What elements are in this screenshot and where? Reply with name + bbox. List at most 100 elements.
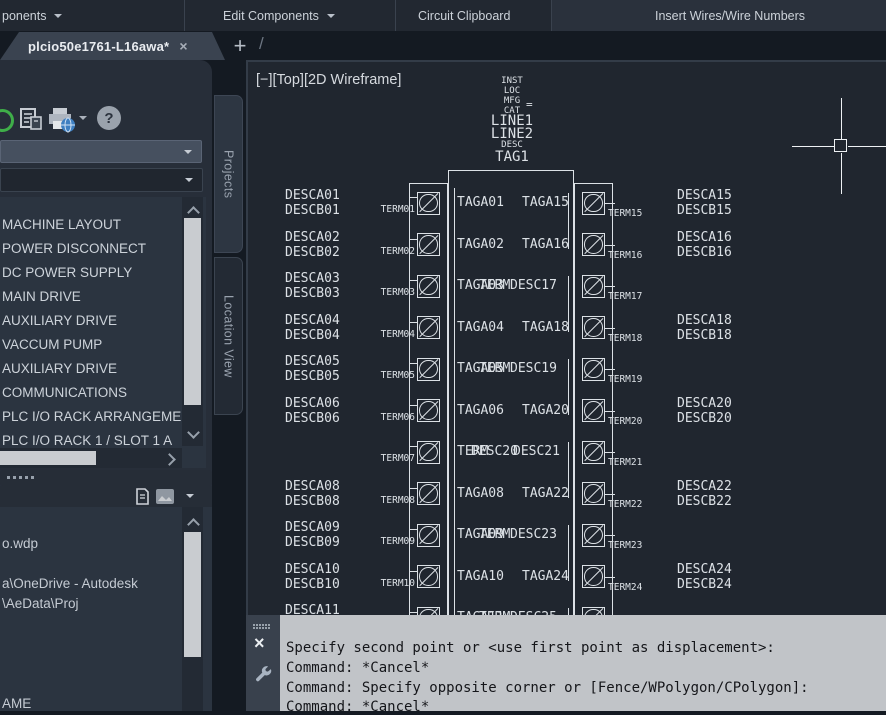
terminal-symbol xyxy=(582,607,605,616)
io-term-label: TERM23 xyxy=(608,540,642,551)
io-term-label: TERM18 xyxy=(608,333,642,344)
tree-item[interactable]: PLC I/O RACK ARRANGEME xyxy=(2,409,181,425)
drawing-file-tab[interactable]: plcio50e1761-L16awa* × xyxy=(0,32,225,60)
tab-projects[interactable]: Projects xyxy=(214,95,243,253)
io-desc-label: DESCB22 xyxy=(677,494,732,509)
terminal-tick xyxy=(410,446,417,447)
detail-bottom-text: AME xyxy=(2,696,31,711)
io-tag-label: DESC20 xyxy=(471,444,518,459)
attr-equals: = xyxy=(526,98,533,111)
io-desc-label: DESCA03 xyxy=(285,271,340,286)
drawing-filter-dropdown[interactable] xyxy=(0,168,203,192)
io-term-label: TERM10 xyxy=(345,578,415,589)
io-desc-label: DESCA15 xyxy=(677,188,732,203)
io-tag-label: DESC17 xyxy=(510,278,557,293)
print-caret-down-icon[interactable] xyxy=(79,116,87,120)
io-desc-label: DESCB24 xyxy=(677,577,732,592)
document-preview-icon[interactable] xyxy=(134,488,151,505)
tree-item[interactable]: VACCUM PUMP xyxy=(2,337,102,353)
io-desc-label: DESCB04 xyxy=(285,328,340,343)
terminal-tick xyxy=(605,203,615,204)
details-vscroll-thumb[interactable] xyxy=(184,532,201,657)
io-tag-label: TAGA18 xyxy=(522,320,569,335)
command-line-text: Specify second point or <use first point… xyxy=(286,640,775,656)
tree-vscroll-thumb[interactable] xyxy=(184,218,201,405)
terminal-symbol xyxy=(582,316,605,339)
project-dropdown[interactable] xyxy=(0,140,202,163)
io-tag-label: DESC21 xyxy=(513,444,560,459)
tree-item[interactable]: MACHINE LAYOUT xyxy=(2,217,121,233)
io-desc-label: DESCA10 xyxy=(285,562,340,577)
close-tab-icon[interactable]: × xyxy=(179,38,187,54)
command-line-panel[interactable]: × Specify second point or <use first poi… xyxy=(246,615,886,711)
io-term-label: TERM09 xyxy=(345,536,415,547)
menu-item-insert-wires-wire-numbers[interactable]: Insert Wires/Wire Numbers xyxy=(655,0,805,31)
terminal-symbol xyxy=(582,192,605,215)
io-desc-label: DESCB16 xyxy=(677,245,732,260)
io-tag-label: TAGA08 xyxy=(457,486,504,501)
tree-item[interactable]: MAIN DRIVE xyxy=(2,289,81,305)
tree-item[interactable]: COMMUNICATIONS xyxy=(2,385,127,401)
io-tag-label: TERM xyxy=(479,527,510,542)
tree-item[interactable]: PLC I/O RACK 1 / SLOT 1 A xyxy=(2,433,172,449)
drawing-canvas[interactable]: [−][Top][2D Wireframe] INST LOC MFG = CA… xyxy=(246,60,886,615)
drawing-tab-bar: plcio50e1761-L16awa* × + / xyxy=(0,31,886,60)
io-desc-label: DESCA06 xyxy=(285,396,340,411)
terminal-symbol xyxy=(582,565,605,588)
pickbox-icon xyxy=(834,139,847,152)
menu-item-circuit-clipboard[interactable]: Circuit Clipboard xyxy=(418,0,510,31)
print-icon[interactable] xyxy=(47,107,77,133)
tab-location-view[interactable]: Location View xyxy=(214,257,243,415)
io-desc-label: DESCB20 xyxy=(677,411,732,426)
new-tab-button[interactable]: + xyxy=(227,31,253,60)
terminal-tick xyxy=(410,571,417,572)
detail-path-line1: a\OneDrive - Autodesk xyxy=(2,576,138,591)
caret-down-icon xyxy=(54,14,62,18)
refresh-icon[interactable] xyxy=(0,109,14,132)
close-icon[interactable]: × xyxy=(254,633,265,654)
menu-item-edit-components[interactable]: Edit Components xyxy=(223,0,335,31)
attr-loc: LOC xyxy=(504,86,520,96)
caret-down-icon xyxy=(184,150,192,154)
drawing-tree-list[interactable]: MACHINE LAYOUT POWER DISCONNECT DC POWER S… xyxy=(0,197,206,468)
terminal-tick xyxy=(410,488,417,489)
wrench-icon[interactable] xyxy=(253,663,273,685)
tree-item[interactable]: AUXILIARY DRIVE xyxy=(2,361,117,377)
menu-bar: ponents Edit Components Circuit Clipboard I… xyxy=(0,0,886,31)
menu-item-label: Edit Components xyxy=(223,9,319,23)
tree-item[interactable]: DC POWER SUPPLY xyxy=(2,265,132,281)
menu-separator xyxy=(184,0,185,31)
terminal-symbol xyxy=(582,358,605,381)
terminal-symbol xyxy=(582,524,605,547)
grip-dots-icon[interactable] xyxy=(253,624,255,626)
io-tag-label: TAGA06 xyxy=(457,403,504,418)
terminal-symbol xyxy=(417,275,440,298)
io-desc-label: DESCB09 xyxy=(285,535,340,550)
tree-hscroll-thumb[interactable] xyxy=(0,451,96,465)
viewport-controls-label[interactable]: [−][Top][2D Wireframe] xyxy=(256,72,401,88)
terminal-tick xyxy=(410,197,417,198)
menu-separator xyxy=(395,0,396,31)
tree-item[interactable]: AUXILIARY DRIVE xyxy=(2,313,117,329)
io-tag-label: TAGA20 xyxy=(522,403,569,418)
io-term-label: TERM16 xyxy=(608,250,642,261)
io-desc-label: DESCA04 xyxy=(285,313,340,328)
panel-splitter[interactable] xyxy=(0,470,212,486)
terminal-tick xyxy=(605,535,615,536)
io-desc-label: DESCB06 xyxy=(285,411,340,426)
help-icon[interactable]: ? xyxy=(97,106,121,130)
report-icon[interactable] xyxy=(19,107,43,131)
io-tag-label: TERM xyxy=(479,278,510,293)
terminal-symbol xyxy=(417,316,440,339)
menu-item-ponents[interactable]: ponents xyxy=(2,0,62,31)
image-preview-icon[interactable] xyxy=(156,489,174,504)
terminal-symbol xyxy=(417,607,440,616)
terminal-tick xyxy=(605,494,615,495)
tree-item[interactable]: POWER DISCONNECT xyxy=(2,241,146,257)
inner-right-rail xyxy=(568,608,569,615)
details-caret-down-icon[interactable] xyxy=(186,494,194,498)
menu-item-label: Circuit Clipboard xyxy=(418,9,510,23)
terminal-tick xyxy=(410,280,417,281)
io-tag-label: DESC23 xyxy=(510,527,557,542)
io-term-label: TERM21 xyxy=(608,457,642,468)
